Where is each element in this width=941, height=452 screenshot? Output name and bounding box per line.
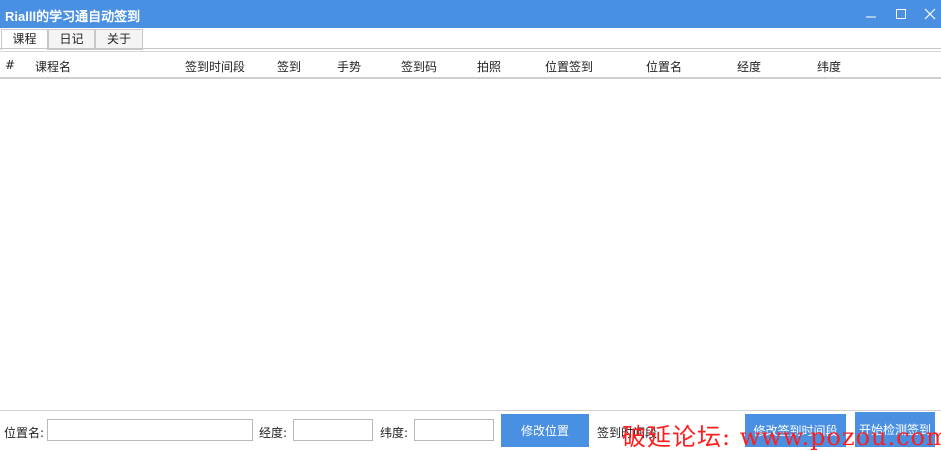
- title-bar: Rialll的学习通自动签到: [0, 0, 941, 28]
- panel-divider: [0, 51, 941, 52]
- window-title: Rialll的学习通自动签到: [5, 9, 141, 24]
- column-header-sign-code[interactable]: 签到码: [401, 58, 437, 75]
- column-header-longitude[interactable]: 经度: [737, 58, 761, 75]
- time-range-label: 签到时间段: [597, 426, 658, 440]
- tab-diary[interactable]: 日记: [48, 29, 95, 50]
- bottom-divider: [0, 410, 941, 411]
- column-header-photo[interactable]: 拍照: [477, 58, 501, 75]
- latitude-input[interactable]: [414, 419, 494, 441]
- column-header-gesture[interactable]: 手势: [337, 58, 361, 75]
- minimize-icon[interactable]: [860, 4, 882, 24]
- tab-divider: [0, 48, 941, 49]
- modify-time-range-button[interactable]: 修改签到时间段: [745, 414, 846, 447]
- location-name-label: 位置名:: [4, 426, 45, 440]
- maximize-icon[interactable]: [890, 4, 912, 24]
- modify-location-button[interactable]: 修改位置: [501, 414, 589, 447]
- close-icon[interactable]: [919, 4, 941, 24]
- start-detect-button[interactable]: 开始检测签到: [855, 412, 935, 447]
- tab-course[interactable]: 课程: [1, 29, 48, 50]
- latitude-label: 纬度:: [380, 426, 409, 440]
- column-header-course-name[interactable]: 课程名: [35, 58, 71, 75]
- column-header-time-range[interactable]: 签到时间段: [185, 58, 245, 75]
- column-header-index[interactable]: #: [5, 58, 15, 72]
- tab-strip: 课程 日记 关于: [0, 28, 941, 50]
- course-table[interactable]: # 课程名 签到时间段 签到 手势 签到码 拍照 位置签到 位置名 经度 纬度: [0, 53, 941, 410]
- tab-about[interactable]: 关于: [95, 29, 143, 50]
- column-header-latitude[interactable]: 纬度: [817, 58, 841, 75]
- column-header-sign-in[interactable]: 签到: [277, 58, 301, 75]
- table-header: # 课程名 签到时间段 签到 手势 签到码 拍照 位置签到 位置名 经度 纬度: [0, 53, 941, 79]
- column-header-location-sign[interactable]: 位置签到: [545, 58, 593, 75]
- column-header-location-name[interactable]: 位置名: [646, 58, 682, 75]
- longitude-label: 经度:: [259, 426, 288, 440]
- location-name-input[interactable]: [47, 419, 253, 441]
- longitude-input[interactable]: [293, 419, 373, 441]
